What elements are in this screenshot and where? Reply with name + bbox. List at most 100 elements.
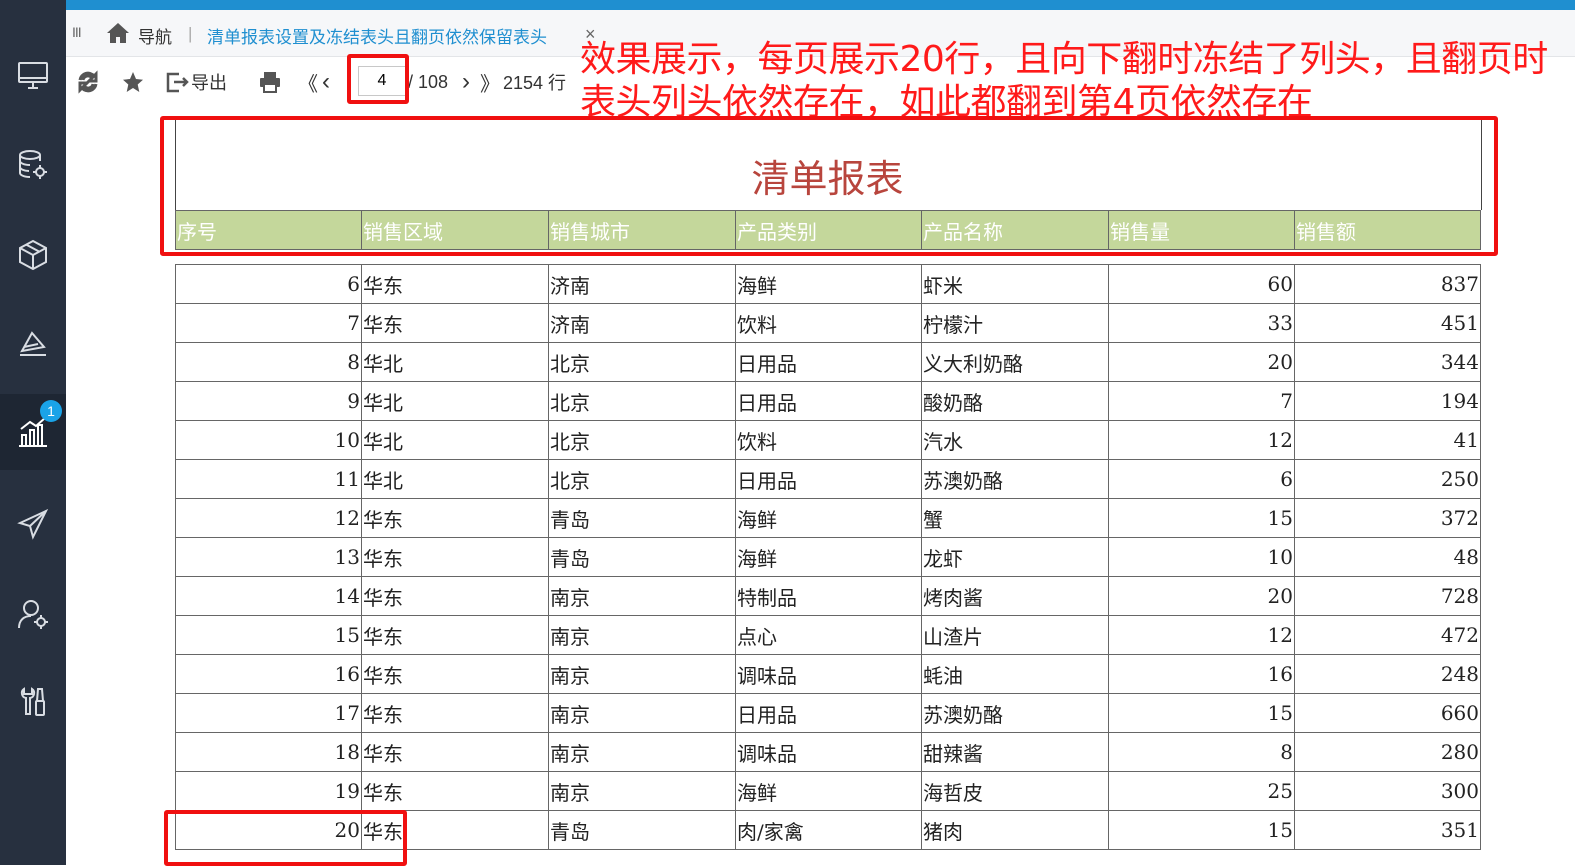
table-cell: 20 — [1108, 576, 1295, 616]
table-cell: 6 — [175, 264, 362, 304]
table-cell: 汽水 — [921, 420, 1109, 460]
table-cell: 20 — [175, 810, 362, 850]
tab-nav[interactable]: 导航 — [138, 23, 172, 48]
table-cell: 海鲜 — [735, 498, 922, 538]
table-cell: 酸奶酪 — [921, 381, 1109, 421]
printer-icon — [260, 72, 280, 93]
table-cell: 南京 — [548, 732, 736, 772]
table-cell: 肉/家禽 — [735, 810, 922, 850]
table-cell: 41 — [1294, 420, 1481, 460]
table-cell: 苏澳奶酪 — [921, 459, 1109, 499]
table-cell: 日用品 — [735, 459, 922, 499]
prev-page-button[interactable]: ‹ — [322, 68, 330, 95]
top-accent-bar — [0, 0, 1575, 10]
table-cell: 6 — [1108, 459, 1295, 499]
last-page-button[interactable]: 》 — [480, 70, 500, 96]
export-icon — [166, 72, 189, 93]
table-cell: 837 — [1294, 264, 1481, 304]
table-cell: 15 — [175, 615, 362, 655]
table-cell: 日用品 — [735, 342, 922, 382]
table-cell: 日用品 — [735, 381, 922, 421]
sidebar-item-users[interactable] — [0, 576, 66, 652]
table-cell: 甜辣酱 — [921, 732, 1109, 772]
cube-icon — [19, 239, 47, 271]
sidebar-item-model[interactable] — [0, 217, 66, 293]
sidebar-item-datasource[interactable] — [0, 127, 66, 203]
table-cell: 12 — [1108, 420, 1295, 460]
table-cell: 19 — [175, 771, 362, 811]
table-cell: 猪肉 — [921, 810, 1109, 850]
column-header: 销售额 — [1294, 210, 1481, 250]
table-row: 8 华北 北京 日用品 义大利奶酪 20 344 — [175, 342, 1481, 382]
table-cell: 饮料 — [735, 420, 922, 460]
first-page-button[interactable]: 《 — [298, 70, 318, 96]
sidebar-item-dashboard[interactable] — [0, 38, 66, 114]
table-cell: 12 — [1108, 615, 1295, 655]
table-cell: 义大利奶酪 — [921, 342, 1109, 382]
table-cell: 南京 — [548, 693, 736, 733]
table-cell: 10 — [1108, 537, 1295, 577]
table-cell: 华东 — [361, 303, 549, 343]
table-cell: 北京 — [548, 381, 736, 421]
table-row: 12 华东 青岛 海鲜蟹 15 372 — [175, 498, 1481, 538]
table-cell: 青岛 — [548, 537, 736, 577]
table-cell: 柠檬汁 — [921, 303, 1109, 343]
sidebar-item-layers[interactable] — [0, 306, 66, 382]
column-header: 销售区域 — [361, 210, 549, 250]
table-cell: 海鲜 — [735, 264, 922, 304]
table-cell: 194 — [1294, 381, 1481, 421]
table-row: 7 华东 济南 饮料 柠檬汁 33 451 — [175, 303, 1481, 343]
layers-icon — [20, 331, 46, 356]
sidebar-item-publish[interactable] — [0, 486, 66, 562]
table-cell: 33 — [1108, 303, 1295, 343]
next-page-button[interactable]: › — [462, 68, 470, 95]
table-spacer — [175, 249, 1481, 265]
export-button[interactable]: 导出 — [165, 70, 227, 94]
table-cell: 济南 — [548, 303, 736, 343]
tab-active-report[interactable]: 清单报表设置及冻结表头且翻页依然保留表头 — [207, 23, 547, 48]
table-cell: 11 — [175, 459, 362, 499]
print-button[interactable] — [258, 70, 282, 94]
page-number-input[interactable] — [358, 66, 406, 96]
table-cell: 48 — [1294, 537, 1481, 577]
table-cell: 蟹 — [921, 498, 1109, 538]
notification-badge: 1 — [40, 400, 62, 422]
table-cell: 25 — [1108, 771, 1295, 811]
table-cell: 9 — [175, 381, 362, 421]
table-cell: 250 — [1294, 459, 1481, 499]
table-row: 16 华东 南京 调味品 蚝油 16 248 — [175, 654, 1481, 694]
table-row: 18 华东 南京 调味品 甜辣酱 8 280 — [175, 732, 1481, 772]
favorite-button[interactable] — [121, 70, 145, 94]
table-cell: 华东 — [361, 810, 549, 850]
sidebar-item-tools[interactable] — [0, 664, 66, 740]
table-cell: 660 — [1294, 693, 1481, 733]
column-header: 销售量 — [1108, 210, 1295, 250]
home-icon[interactable] — [106, 22, 130, 44]
table-row: 11 华北 北京 日用品 苏澳奶酪 6 250 — [175, 459, 1481, 499]
table-cell: 16 — [1108, 654, 1295, 694]
table-cell: 华东 — [361, 576, 549, 616]
table-cell: 20 — [1108, 342, 1295, 382]
table-cell: 华北 — [361, 381, 549, 421]
table-cell: 北京 — [548, 459, 736, 499]
table-cell: 372 — [1294, 498, 1481, 538]
report-table: 序号 销售区域 销售城市 产品类别 产品名称 销售量 销售额 6 华东 济南 海鲜 虾米… — [175, 210, 1481, 850]
table-cell: 18 — [175, 732, 362, 772]
table-cell: 15 — [1108, 693, 1295, 733]
table-cell: 472 — [1294, 615, 1481, 655]
table-cell: 特制品 — [735, 576, 922, 616]
user-settings-icon — [18, 600, 48, 629]
table-cell: 龙虾 — [921, 537, 1109, 577]
database-settings-icon — [19, 150, 47, 179]
table-cell: 山渣片 — [921, 615, 1109, 655]
refresh-button[interactable] — [76, 70, 100, 94]
menu-toggle[interactable]: III — [72, 24, 82, 40]
table-cell: 北京 — [548, 420, 736, 460]
table-cell: 蚝油 — [921, 654, 1109, 694]
table-cell: 华东 — [361, 537, 549, 577]
table-cell: 12 — [175, 498, 362, 538]
table-cell: 华东 — [361, 693, 549, 733]
table-cell: 华东 — [361, 771, 549, 811]
table-cell: 青岛 — [548, 498, 736, 538]
sidebar-item-reports[interactable]: 1 — [0, 394, 66, 470]
